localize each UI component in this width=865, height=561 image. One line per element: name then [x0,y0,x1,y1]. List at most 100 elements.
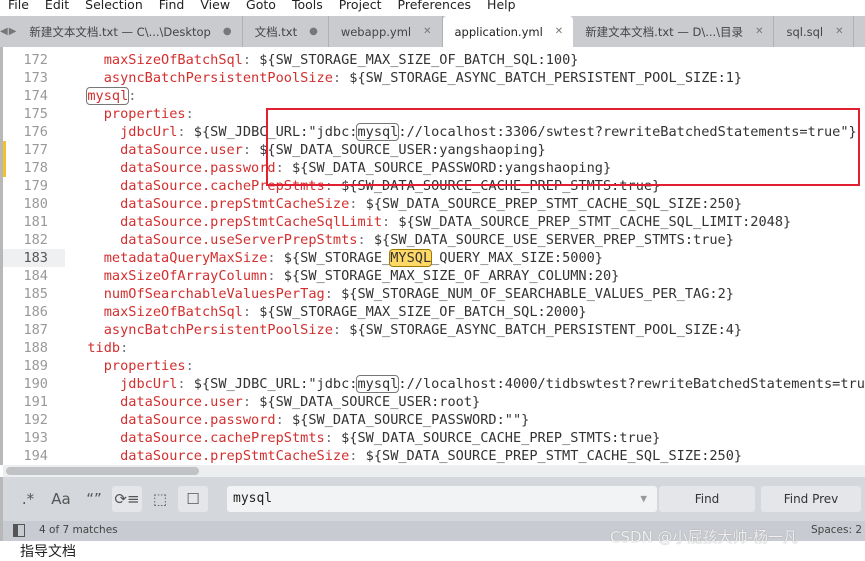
close-icon[interactable]: ✕ [755,26,763,37]
code-token: dataSource.user [71,394,243,410]
menu-find[interactable]: Find [151,0,193,13]
code-token: ${SW_STORAGE_MAX_SIZE_OF_BATCH_SQL:2000} [259,304,587,320]
code-line: 189 properties: [3,357,865,375]
code-token: : [349,448,366,464]
line-number: 173 [23,70,48,86]
watermark: CSDN @小屁孩大帅-杨一凡 [610,528,798,546]
code-token: ${SW_JDBC_URL:"jdbc: [193,124,358,140]
history-dropdown-icon[interactable]: ▼ [640,486,647,512]
code-line: 192 dataSource.password: ${SW_DATA_SOURC… [3,411,865,429]
scrollbar-thumb[interactable] [6,467,199,475]
code-text: properties: [71,105,194,123]
code-line: 188 tidb: [3,339,865,357]
menu-edit[interactable]: Edit [37,0,77,13]
tab-label: webapp.yml [340,24,412,39]
line-number: 190 [23,376,48,392]
code-line: 177 dataSource.user: ${SW_DATA_SOURCE_US… [3,141,865,159]
code-token: _QUERY_MAX_SIZE:5000} [431,250,603,266]
tab[interactable]: webapp.yml ✕ [329,16,443,47]
code-token: dataSource.password [71,160,276,176]
code-line: 172 maxSizeOfBatchSql: ${SW_STORAGE_MAX_… [3,51,865,69]
code-token: ${SW_DATA_SOURCE_PASSWORD:yangshaoping} [291,160,612,176]
code-line: 190 jdbcUrl: ${SW_JDBC_URL:"jdbc:mysql:/… [3,375,865,393]
find-button[interactable]: Find [659,486,755,512]
tab[interactable]: 化脚本-常海 [854,16,865,47]
code-token: jdbcUrl [71,376,178,392]
menu-goto[interactable]: Goto [238,0,284,13]
line-number: 187 [23,322,48,338]
search-match: mysql [86,87,130,105]
menu-preferences[interactable]: Preferences [390,0,480,13]
code-token: properties [71,358,186,374]
highlight-matches-toggle[interactable]: ☐ [178,486,208,512]
tab[interactable]: sql.sql ✕ [774,16,855,47]
case-sensitive-toggle[interactable]: Aa [46,486,76,512]
close-icon[interactable]: ✕ [423,26,431,37]
code-token: ${SW_STORAGE_ [283,250,391,266]
code-text: dataSource.password: ${SW_DATA_SOURCE_PA… [71,411,529,429]
line-number: 177 [23,142,48,158]
code-token: asyncBatchPersistentPoolSize [71,322,333,338]
find-input[interactable]: mysql ▼ [227,486,657,512]
find-panel: .* Aa “” ⟳≡ ⬚ ☐ mysql ▼ Find Find Prev [0,477,865,521]
whole-word-toggle[interactable]: “” [79,486,109,512]
unsaved-dot-icon[interactable]: ● [309,26,318,37]
code-token: dataSource.prepStmtCacheSqlLimit [71,214,382,230]
search-match: mysql [356,123,400,141]
menu-bar: File Edit Selection Find View Goto Tools Projec… [0,0,865,13]
code-token: : [349,196,366,212]
panel-toggle-icon[interactable] [13,524,25,537]
code-token: : [382,214,399,230]
code-token: ${SW_STORAGE_MAX_SIZE_OF_ARRAY_COLUMN:20… [283,268,620,284]
code-token: dataSource.useServerPrepStmts [71,232,358,248]
find-prev-button[interactable]: Find Prev [761,486,861,512]
menu-tools[interactable]: Tools [284,0,331,13]
code-line: 182 dataSource.useServerPrepStmts: ${SW_… [3,231,865,249]
code-token: properties [71,106,186,122]
code-token: ${SW_DATA_SOURCE_PASSWORD:""} [291,412,530,428]
horizontal-scrollbar[interactable] [3,465,865,477]
code-line: 175 properties: [3,105,865,123]
code-editor[interactable]: 172 maxSizeOfBatchSql: ${SW_STORAGE_MAX_… [0,47,865,465]
code-token: ${SW_DATA_SOURCE_PREP_STMT_CACHE_SQL_LIM… [398,214,792,230]
tab[interactable]: application.yml ✕ [442,16,574,47]
indentation-setting[interactable]: Spaces: 2 [811,524,862,536]
code-token: dataSource.password [71,412,276,428]
code-line: 174 mysql: [3,87,865,105]
line-number: 172 [23,52,48,68]
tab-label: 文档.txt [254,24,298,39]
code-token: : [267,250,284,266]
unsaved-dot-icon[interactable]: ● [223,26,232,37]
in-selection-toggle[interactable]: ⬚ [145,486,175,512]
current-match: MYSQL [389,249,433,267]
wrap-toggle[interactable]: ⟳≡ [112,486,142,512]
close-icon[interactable]: ✕ [835,26,843,37]
menu-file[interactable]: File [0,0,37,13]
code-token: : [332,70,350,86]
code-token: : [332,322,350,338]
line-number: 192 [23,412,48,428]
code-line: 194 dataSource.prepStmtCacheSize: ${SW_D… [3,447,865,465]
code-line: 184 maxSizeOfArrayColumn: ${SW_STORAGE_M… [3,267,865,285]
code-token: : [242,304,260,320]
regex-toggle[interactable]: .* [13,486,43,512]
code-token: : [275,160,292,176]
tab[interactable]: 新建文本文档.txt — C\...\Desktop ● [17,16,243,47]
line-number: 180 [23,196,48,212]
tab-scroll-arrows[interactable]: ◀▶ [0,16,17,47]
menu-help[interactable]: Help [479,0,524,13]
tab[interactable]: 新建文本文档.txt — D\...\目录 ✕ [573,16,775,47]
code-text: asyncBatchPersistentPoolSize: ${SW_STORA… [71,321,742,339]
line-number: 181 [23,214,48,230]
code-line: 183 metadataQueryMaxSize: ${SW_STORAGE_M… [3,249,865,267]
tab[interactable]: 文档.txt ● [243,16,329,47]
menu-selection[interactable]: Selection [77,0,151,13]
menu-project[interactable]: Project [331,0,390,13]
code-token: ://localhost:3306/swtest?rewriteBatchedS… [398,124,857,140]
code-token: : [120,340,129,356]
code-token: maxSizeOfBatchSql [71,52,243,68]
code-token: asyncBatchPersistentPoolSize [71,70,333,86]
menu-view[interactable]: View [192,0,238,13]
close-icon[interactable]: ✕ [555,26,563,37]
